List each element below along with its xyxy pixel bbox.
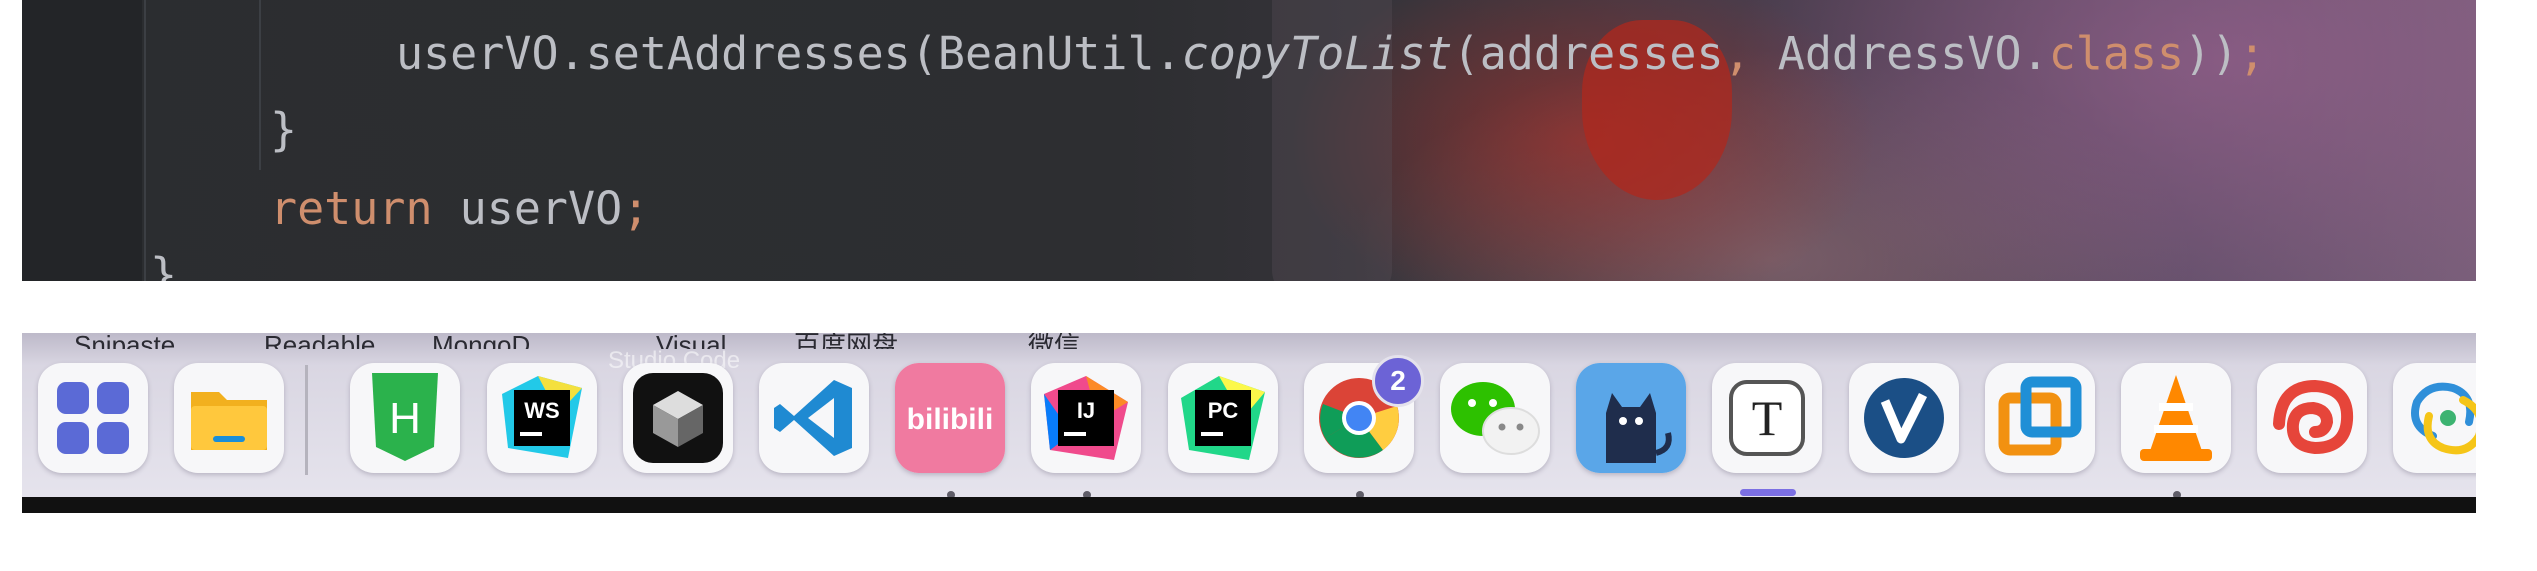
launchpad-icon[interactable] bbox=[38, 363, 148, 473]
dock: Snipaste Readable MongoD... Visual 百度网盘 … bbox=[22, 333, 2476, 513]
hbuilder-icon[interactable]: H bbox=[350, 363, 460, 473]
code-token: )) bbox=[2184, 27, 2239, 80]
vlc-icon[interactable] bbox=[2121, 363, 2231, 473]
code-token: AddressVO. bbox=[1777, 27, 2049, 80]
code-token: ; bbox=[2238, 27, 2266, 80]
typora-icon[interactable]: T bbox=[1712, 363, 1822, 473]
code-token: return bbox=[270, 182, 460, 235]
webstorm-icon[interactable]: WS bbox=[487, 363, 597, 473]
dock-item-vmware[interactable] bbox=[1985, 363, 2097, 475]
indent-guide bbox=[259, 0, 261, 170]
cube-icon[interactable] bbox=[623, 363, 733, 473]
svg-text:WS: WS bbox=[524, 398, 559, 423]
dock-item-file-manager[interactable] bbox=[174, 363, 286, 475]
notification-badge: 2 bbox=[1372, 355, 1424, 407]
dock-item-rings-app[interactable] bbox=[2393, 363, 2476, 475]
editor-gutter bbox=[22, 0, 142, 281]
code-token: } bbox=[150, 248, 178, 281]
indent-guide bbox=[144, 0, 146, 281]
svg-text:H: H bbox=[389, 394, 421, 443]
dock-item-pycharm[interactable]: PC bbox=[1168, 363, 1280, 475]
dock-item-intellij-idea[interactable]: IJ bbox=[1031, 363, 1143, 499]
code-token: copyToList bbox=[1181, 27, 1453, 80]
cat-icon[interactable] bbox=[1576, 363, 1686, 473]
dock-item-hbuilder[interactable]: H bbox=[350, 363, 462, 475]
dock-item-vscode[interactable] bbox=[759, 363, 871, 475]
dock-item-bilibili[interactable]: bilibili bbox=[895, 363, 1007, 499]
v-icon[interactable] bbox=[1849, 363, 1959, 473]
dock-item-launchpad[interactable] bbox=[38, 363, 150, 475]
swirl-icon[interactable] bbox=[2257, 363, 2367, 473]
svg-text:T: T bbox=[1752, 390, 1783, 446]
dock-strip-label: 微信 bbox=[1028, 333, 1081, 349]
svg-text:PC: PC bbox=[1208, 398, 1239, 423]
code-line-2: } bbox=[270, 103, 297, 157]
dock-item-swirl-app[interactable] bbox=[2257, 363, 2369, 475]
rings-icon[interactable] bbox=[2393, 363, 2476, 473]
svg-text:bilibili: bilibili bbox=[907, 403, 994, 436]
code-token: userVO bbox=[459, 182, 623, 235]
dock-strip-label: MongoD... bbox=[432, 333, 552, 349]
dock-strip-label: Snipaste bbox=[74, 333, 176, 349]
code-line-3: return userVO; bbox=[270, 182, 649, 236]
dock-item-cat-app[interactable] bbox=[1576, 363, 1688, 475]
wechat-icon[interactable] bbox=[1440, 363, 1550, 473]
code-token: , bbox=[1723, 27, 1778, 80]
code-token: (addresses bbox=[1452, 27, 1724, 80]
code-editor[interactable]: userVO.setAddresses(BeanUtil.copyToList(… bbox=[22, 0, 2476, 281]
dock-item-wechat[interactable] bbox=[1440, 363, 1552, 475]
pycharm-icon[interactable]: PC bbox=[1168, 363, 1278, 473]
vmware-icon[interactable] bbox=[1985, 363, 2095, 473]
taskbar-edge bbox=[22, 497, 2476, 513]
intellij-icon[interactable]: IJ bbox=[1031, 363, 1141, 473]
dock-item-cube-app[interactable] bbox=[623, 363, 735, 475]
vscode-icon[interactable] bbox=[759, 363, 869, 473]
bilibili-icon[interactable]: bilibili bbox=[895, 363, 1005, 473]
folder-icon[interactable] bbox=[174, 363, 284, 473]
code-token: ; bbox=[622, 182, 650, 235]
dock-strip-label: 百度网盘 bbox=[794, 333, 899, 349]
svg-text:IJ: IJ bbox=[1077, 398, 1095, 423]
dock-item-chrome[interactable]: 2 bbox=[1304, 355, 1424, 499]
code-line-4: } bbox=[150, 248, 177, 281]
dock-item-vlc[interactable] bbox=[2121, 363, 2233, 499]
dock-separator bbox=[305, 365, 308, 475]
dock-strip-label: Readable bbox=[264, 333, 376, 349]
dock-item-typora[interactable]: T bbox=[1712, 363, 1824, 496]
active-indicator bbox=[1740, 489, 1796, 496]
dock-item-v-app[interactable] bbox=[1849, 363, 1961, 475]
dock-item-webstorm[interactable]: WS bbox=[487, 363, 599, 475]
code-line-1: userVO.setAddresses(BeanUtil.copyToList(… bbox=[396, 27, 2265, 81]
code-token: class bbox=[2048, 27, 2185, 80]
code-token: } bbox=[270, 103, 298, 156]
code-token: userVO.setAddresses(BeanUtil. bbox=[396, 27, 1182, 80]
